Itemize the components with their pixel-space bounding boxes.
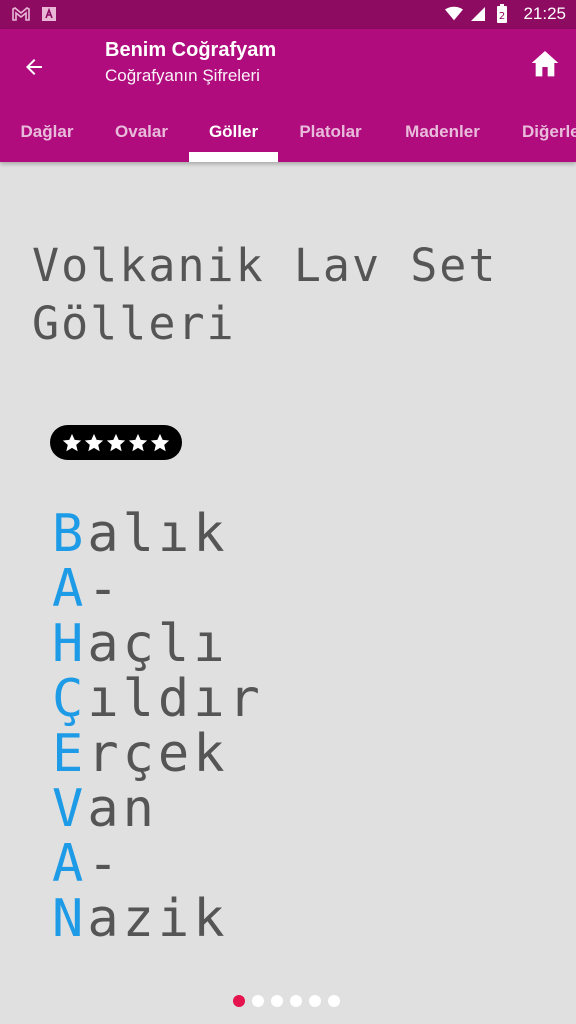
page-dot[interactable] bbox=[252, 995, 264, 1007]
tab-platolar[interactable]: Platolar bbox=[278, 101, 383, 162]
page-indicator bbox=[233, 995, 340, 1007]
page-dot[interactable] bbox=[271, 995, 283, 1007]
gmail-icon bbox=[12, 6, 30, 22]
app-subtitle: Coğrafyanın Şifreleri bbox=[105, 66, 260, 85]
acrostic-word: rçek bbox=[87, 724, 229, 784]
wifi-icon bbox=[445, 6, 464, 22]
tab-daglar[interactable]: Dağlar bbox=[0, 101, 94, 162]
star-icon bbox=[105, 432, 127, 454]
acrostic-word: açlı bbox=[87, 614, 229, 674]
content-page: Volkanik Lav Set Gölleri Balık A- Haçlı … bbox=[0, 162, 576, 1024]
signal-icon bbox=[469, 6, 487, 22]
acrostic-row: Nazik bbox=[52, 892, 264, 947]
acrostic-row: Çıldır bbox=[52, 672, 264, 727]
page-dot[interactable] bbox=[328, 995, 340, 1007]
star-icon bbox=[61, 432, 83, 454]
tab-madenler[interactable]: Madenler bbox=[383, 101, 502, 162]
tab-ovalar[interactable]: Ovalar bbox=[94, 101, 189, 162]
tab-indicator bbox=[189, 152, 278, 162]
acrostic-initial: A bbox=[52, 834, 88, 894]
tab-bar: Dağlar Ovalar Göller Platolar Madenler D… bbox=[0, 101, 576, 162]
tab-digerleri[interactable]: Diğerleri bbox=[502, 101, 576, 162]
acrostic-row: Haçlı bbox=[52, 617, 264, 672]
acrostic-initial: V bbox=[52, 779, 88, 839]
page-heading: Volkanik Lav Set Gölleri bbox=[32, 239, 498, 350]
acrostic-word: ıldır bbox=[87, 669, 264, 729]
acrostic-word: azik bbox=[87, 889, 229, 949]
status-bar: 2 21:25 bbox=[0, 0, 576, 29]
acrostic-initial: H bbox=[52, 614, 88, 674]
acrostic-initial: B bbox=[52, 504, 88, 564]
app-bar: Benim Coğrafyam Coğrafyanın Şifreleri Da… bbox=[0, 29, 576, 162]
back-button[interactable] bbox=[14, 47, 54, 87]
acrostic-row: Balık bbox=[52, 507, 264, 562]
acrostic-row: A- bbox=[52, 837, 264, 892]
acrostic-word: - bbox=[87, 834, 123, 894]
page-dot[interactable] bbox=[233, 995, 245, 1007]
acrostic-row: A- bbox=[52, 562, 264, 617]
home-icon bbox=[531, 51, 559, 77]
status-time: 21:25 bbox=[523, 4, 566, 23]
acrostic-word: alık bbox=[87, 504, 229, 564]
star-icon bbox=[127, 432, 149, 454]
rating-badge bbox=[50, 425, 182, 460]
home-button[interactable] bbox=[524, 42, 566, 84]
acrostic-initial: A bbox=[52, 559, 88, 619]
star-icon bbox=[149, 432, 171, 454]
app-title: Benim Coğrafyam bbox=[105, 39, 277, 61]
acrostic-initial: E bbox=[52, 724, 88, 784]
acrostic-row: Erçek bbox=[52, 727, 264, 782]
battery-icon: 2 bbox=[493, 4, 511, 23]
acrostic-word: - bbox=[87, 559, 123, 619]
acrostic-word: an bbox=[87, 779, 158, 839]
acrostic-row: Van bbox=[52, 782, 264, 837]
page-dot[interactable] bbox=[309, 995, 321, 1007]
page-dot[interactable] bbox=[290, 995, 302, 1007]
acrostic-initial: N bbox=[52, 889, 88, 949]
star-icon bbox=[83, 432, 105, 454]
svg-text:2: 2 bbox=[499, 11, 505, 22]
acrostic-list: Balık A- Haçlı Çıldır Erçek Van A- Nazik bbox=[52, 507, 264, 947]
arrow-back-icon bbox=[26, 59, 42, 75]
notification-a-icon bbox=[40, 6, 58, 22]
acrostic-initial: Ç bbox=[52, 669, 88, 729]
